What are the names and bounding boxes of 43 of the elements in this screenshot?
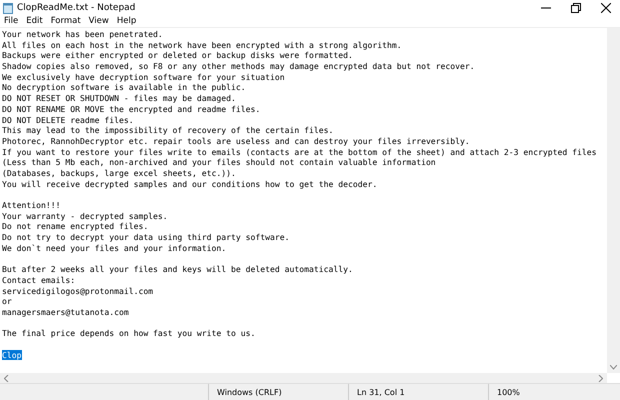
text-line: Your network has been penetrated. [2,29,163,39]
text-line: Contact emails: [2,274,76,285]
text-line: DO NOT DELETE readme files. [2,114,134,124]
text-line: The final price depends on how fast you write to us. [2,328,256,338]
vertical-scrollbar[interactable] [607,28,620,373]
horizontal-scrollbar[interactable] [0,373,607,383]
text-line: This may lead to the impossibility of recovery of the certain files. [2,125,334,136]
text-line: If you want to restore your files write to emails (contacts are at the bottom of the sheet) and attach 2-3 encrypted files [2,146,596,157]
text-line: managersmaers@tutanota.com [2,306,129,317]
line-ending-status: Windows (CRLF) [217,388,282,396]
menu-item[interactable]: Format [50,16,81,26]
text-line: Photorec, RannohDecryptor etc. repair tools are useless and can destroy your files irreversibly. [2,136,470,146]
text-line: You will receive decrypted samples and our conditions how to get the decoder. [2,178,378,189]
cursor-position-status: Ln 31, Col 1 [357,388,405,396]
text-line: DO NOT RENAME OR MOVE the encrypted and readme files. [2,104,260,114]
close-icon[interactable] [601,3,611,13]
text-line: Attention!!! [2,200,60,210]
text-line: (Less than 5 Mb each, non-archived and your files should not contain valuable information [2,157,436,168]
menu-item[interactable]: Edit [26,16,43,26]
menu-item[interactable]: Help [116,16,136,26]
menu-item[interactable]: View [88,16,109,26]
zoom-status: 100% [497,388,520,396]
text-line: Shadow copies also removed, so F8 or any other methods may damage encrypted data but not recover. [2,61,475,72]
restore-icon[interactable] [571,3,581,13]
text-line: Backups were either encrypted or deleted or backup disks were formatted. [2,50,353,60]
menu-item[interactable]: File [4,16,18,26]
text-line: But after 2 weeks all your files and keys will be deleted automatically. [2,264,353,274]
text-line: (Databases, backups, large excel sheets, etc.)). [2,168,236,178]
notepad-icon [3,2,13,14]
text-line: No decryption software is available in the public. [2,82,246,92]
text-line: servicedigilogos@protonmail.com [2,286,154,296]
text-line: Your warranty - decrypted samples. [2,210,168,221]
text-line: DO NOT RESET OR SHUTDOWN - files may be damaged. [2,93,236,104]
text-line: Do not rename encrypted files. [2,221,148,232]
scroll-down-icon[interactable] [610,365,617,370]
scroll-left-icon[interactable] [4,374,9,382]
text-line: We exclusively have decryption software for your situation [2,72,285,82]
scroll-right-icon[interactable] [598,374,603,382]
text-line: or [2,296,12,306]
text-line: Do not try to decrypt your data using third party software. [2,232,290,242]
window-title: ClopReadMe.txt - Notepad [17,3,136,13]
text-line: We don`t need your files and your information. [2,242,226,253]
text-line: All files on each host in the network have been encrypted with a strong algorithm. [2,40,402,50]
